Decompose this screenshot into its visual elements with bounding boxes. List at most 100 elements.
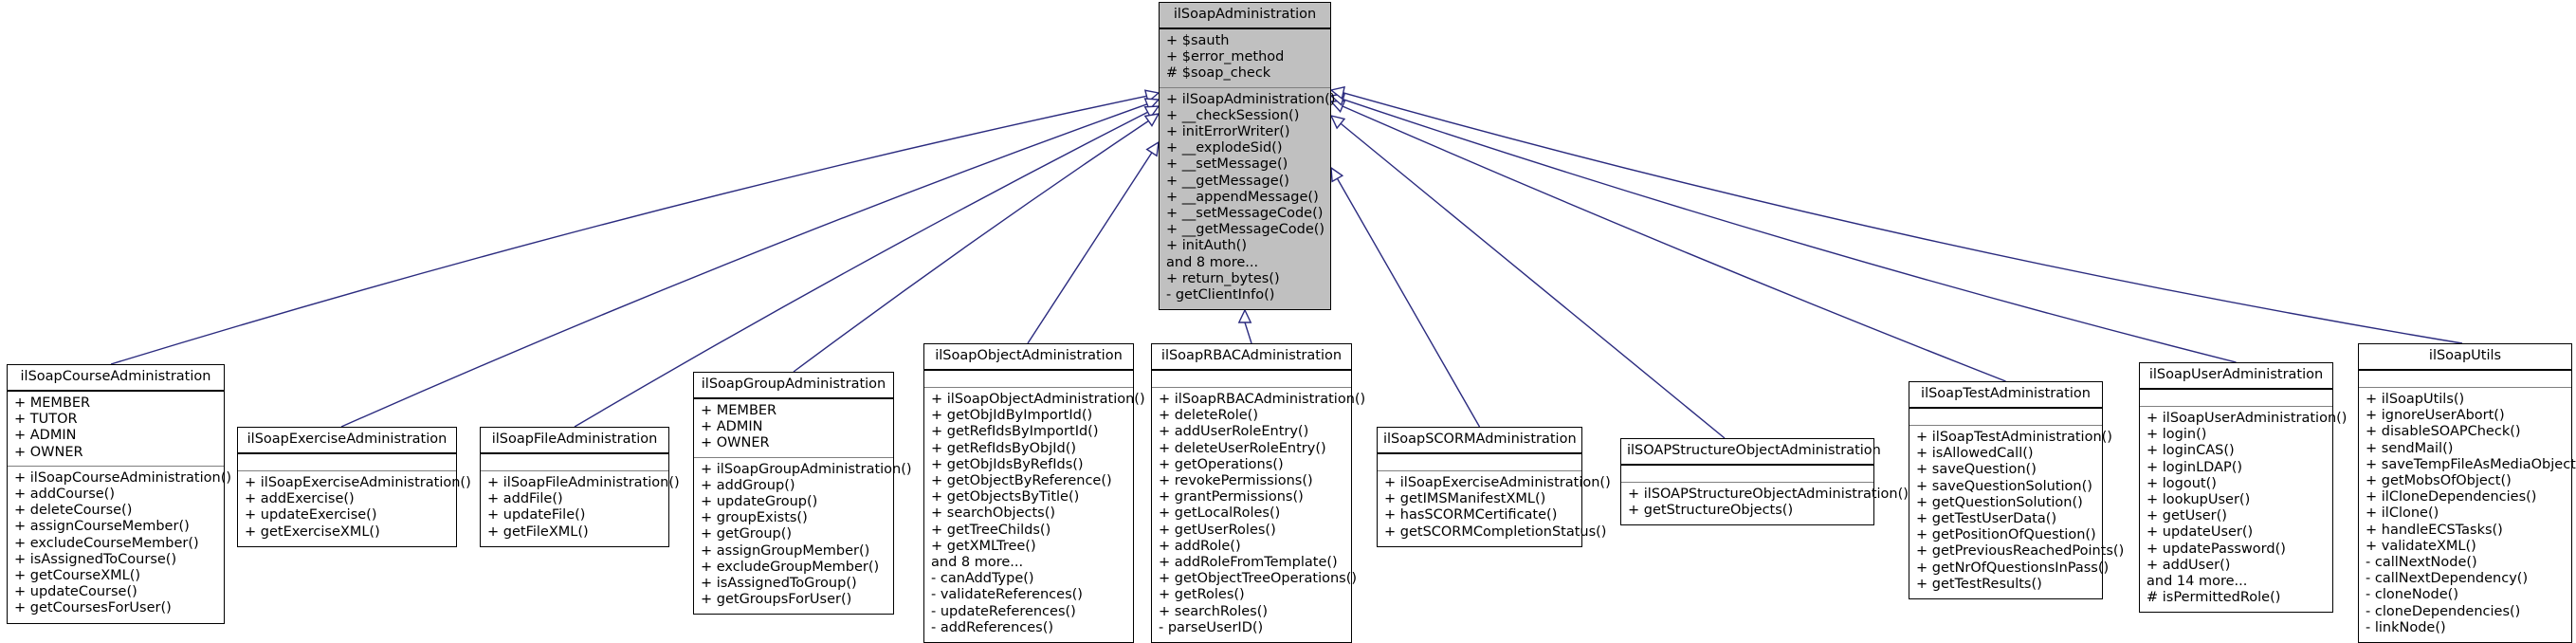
operation: + isAllowedCall(): [1916, 446, 2034, 462]
class-box-utils[interactable]: ilSoapUtils + ilSoapUtils() + ignoreUserAb…: [2358, 343, 2576, 643]
operation: + deleteUserRoleEntry(): [1159, 440, 1326, 456]
attribute: + ADMIN: [701, 419, 763, 435]
operation: + getPositionOfQuestion(): [1916, 527, 2096, 543]
operation: + updatePassword(): [2147, 541, 2286, 557]
operation: + groupExists(): [701, 510, 808, 526]
class-box-root[interactable]: ilSoapAdministration + $sauth + $error_met…: [1159, 2, 1335, 311]
operation: + getCoursesForUser(): [14, 600, 172, 616]
operation: + hasSCORMCertificate(): [1384, 507, 1558, 524]
class-box-course[interactable]: ilSoapCourseAdministration + MEMBER + TUTO…: [7, 364, 232, 624]
class-attributes-utils: [2359, 371, 2571, 388]
operation: + lookupUser(): [2147, 492, 2251, 508]
class-box-user[interactable]: ilSoapUserAdministration + ilSoapUserAdmi…: [2139, 362, 2348, 614]
operation: + ilSoapGroupAdministration(): [701, 461, 912, 477]
class-operations-root: + ilSoapAdministration() + __checkSession…: [1160, 88, 1335, 310]
class-box-object[interactable]: ilSoapObjectAdministration + ilSoapObject…: [923, 343, 1145, 643]
class-operations-group: + ilSoapGroupAdministration() + addGroup(…: [694, 458, 912, 615]
class-attributes-test: [1909, 409, 2102, 426]
class-box-group[interactable]: ilSoapGroupAdministration + MEMBER + ADMIN…: [693, 372, 912, 615]
operation: + __getMessageCode(): [1166, 222, 1325, 238]
operation: - updateReferences(): [931, 603, 1076, 619]
operation: + getMobsOfObject(): [2366, 473, 2512, 489]
operation: + getOperations(): [1159, 456, 1284, 472]
class-attributes-group: + MEMBER + ADMIN + OWNER: [694, 399, 893, 458]
operation: and 8 more...: [931, 555, 1024, 571]
attribute: + TUTOR: [14, 412, 78, 428]
operation: + getUserRoles(): [1159, 522, 1276, 538]
operation: + validateXML(): [2366, 538, 2476, 554]
operation: - canAddType(): [931, 571, 1034, 587]
operation: and 8 more...: [1166, 254, 1259, 270]
class-operations-rbac: + ilSoapRBACAdministration() + deleteRole…: [1152, 388, 1365, 642]
class-box-test[interactable]: ilSoapTestAdministration + ilSoapTestAdmi…: [1909, 381, 2124, 600]
operation: + __setMessage(): [1166, 156, 1288, 173]
operation: + handleECSTasks(): [2366, 522, 2503, 538]
operation: + isAssignedToCourse(): [14, 551, 177, 567]
operation: + getObjectTreeOperations(): [1159, 571, 1358, 587]
operation: + addGroup(): [701, 477, 795, 493]
operation: - addReferences(): [931, 619, 1054, 635]
operation: + getSCORMCompletionStatus(): [1384, 524, 1607, 540]
operation: + saveTempFileAsMediaObject(): [2366, 456, 2576, 472]
operation: + return_bytes(): [1166, 270, 1280, 286]
class-attributes-root: + $sauth + $error_method # $soap_check: [1160, 29, 1330, 88]
class-box-file[interactable]: ilSoapFileAdministration + ilSoapFileAdmi…: [480, 427, 680, 547]
operation: + revokePermissions(): [1159, 473, 1313, 489]
operation: + ilSoapUserAdministration(): [2147, 411, 2348, 426]
class-title-course: ilSoapCourseAdministration: [8, 365, 224, 392]
operation: + getObjIdsByRefIds(): [931, 456, 1084, 472]
class-operations-structure: + ilSOAPStructureObjectAdministration() +…: [1621, 483, 1909, 524]
class-attributes-user: [2140, 390, 2332, 407]
operation: + getStructureObjects(): [1628, 503, 1794, 519]
inheritance-edge-scorm: [1336, 177, 1481, 428]
operation: + getGroup(): [701, 526, 793, 542]
class-operations-course: + ilSoapCourseAdministration() + addCours…: [8, 467, 232, 623]
operation: + __explodeSid(): [1166, 140, 1283, 156]
attribute: + OWNER: [14, 444, 83, 460]
class-attributes-scorm: [1378, 454, 1581, 471]
operation: + ilSoapCourseAdministration(): [14, 469, 232, 486]
class-title-structure: ilSOAPStructureObjectAdministration: [1621, 439, 1881, 466]
operation: + saveQuestion(): [1916, 462, 2037, 478]
operation: + loginCAS(): [2147, 443, 2235, 459]
operation: + ilSoapTestAdministration(): [1916, 430, 2112, 445]
operation: + assignCourseMember(): [14, 519, 190, 535]
inheritance-edge-structure: [1340, 122, 1726, 439]
operation: + addCourse(): [14, 487, 115, 503]
operation: - validateReferences(): [931, 587, 1083, 603]
class-box-structure[interactable]: ilSOAPStructureObjectAdministration + ilS…: [1620, 438, 1909, 526]
class-box-exercise[interactable]: ilSoapExerciseAdministration + ilSoapExer…: [237, 427, 471, 547]
operation: + getXMLTree(): [931, 538, 1036, 554]
class-operations-exercise: + ilSoapExerciseAdministration() + addExe…: [238, 471, 471, 546]
class-operations-object: + ilSoapObjectAdministration() + getObjId…: [924, 388, 1145, 642]
inheritance-arrowhead: [1237, 308, 1252, 323]
operation: - linkNode(): [2366, 619, 2446, 635]
inheritance-edge-object: [1027, 152, 1153, 344]
operation: + updateGroup(): [701, 494, 818, 510]
class-attributes-file: [481, 454, 668, 471]
class-diagram-canvas: ilSoapAdministration + $sauth + $error_met…: [0, 0, 2576, 643]
operation: + __appendMessage(): [1166, 189, 1319, 205]
operation: + getUser(): [2147, 508, 2227, 524]
class-box-rbac[interactable]: ilSoapRBACAdministration + ilSoapRBACAdmi…: [1151, 343, 1365, 643]
operation: + getRefIdsByObjId(): [931, 440, 1077, 456]
operation: + isAssignedToGroup(): [701, 576, 857, 592]
attribute: + ADMIN: [14, 428, 77, 444]
operation: + addRoleFromTemplate(): [1159, 555, 1338, 571]
operation: + excludeGroupMember(): [701, 559, 880, 575]
class-title-scorm: ilSoapSCORMAdministration: [1378, 428, 1581, 454]
class-title-utils: ilSoapUtils: [2359, 344, 2571, 371]
inheritance-edge-test: [1342, 105, 2006, 382]
operation: + initErrorWriter(): [1166, 124, 1290, 140]
operation: + ilClone(): [2366, 505, 2439, 522]
operation: + getRoles(): [1159, 587, 1245, 603]
operation: + getTreeChilds(): [931, 522, 1051, 538]
operation: + getFileXML(): [487, 524, 589, 540]
operation: + getRefIdsByImportId(): [931, 424, 1099, 440]
attribute: + OWNER: [701, 435, 770, 451]
operation: + getGroupsForUser(): [701, 592, 852, 608]
class-operations-scorm: + ilSoapExerciseAdministration() + getIMS…: [1378, 471, 1611, 546]
class-box-scorm[interactable]: ilSoapSCORMAdministration + ilSoapExercis…: [1377, 427, 1611, 547]
class-attributes-course: + MEMBER + TUTOR + ADMIN + OWNER: [8, 392, 224, 467]
operation: + __checkSession(): [1166, 107, 1300, 123]
